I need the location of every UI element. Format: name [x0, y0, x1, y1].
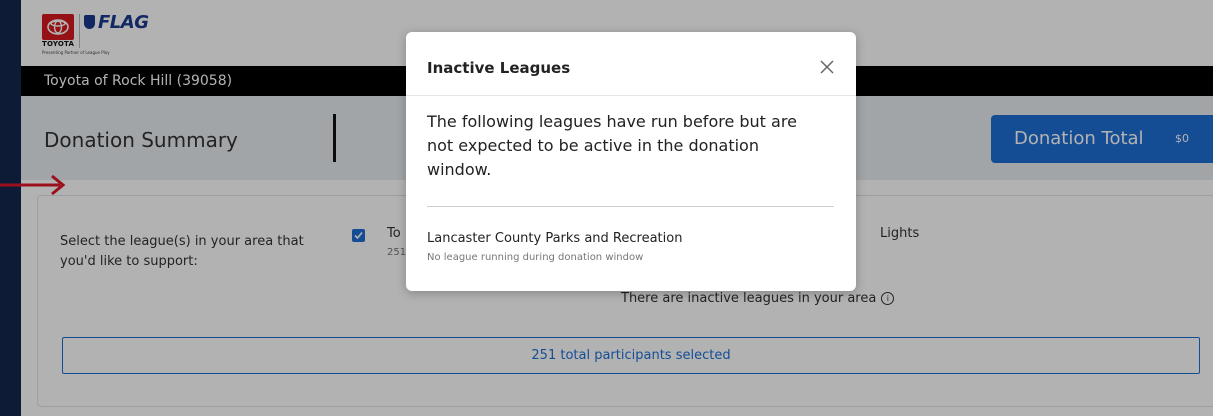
inactive-league-status: No league running during donation window	[427, 252, 644, 263]
modal-header-divider	[406, 95, 856, 96]
modal-description: The following leagues have run before bu…	[427, 112, 797, 179]
modal-list-divider	[427, 206, 834, 207]
inactive-leagues-modal: Inactive Leagues The following leagues h…	[406, 32, 856, 291]
modal-title: Inactive Leagues	[427, 59, 571, 77]
close-icon[interactable]	[816, 56, 838, 78]
inactive-league-name: Lancaster County Parks and Recreation	[427, 231, 683, 246]
